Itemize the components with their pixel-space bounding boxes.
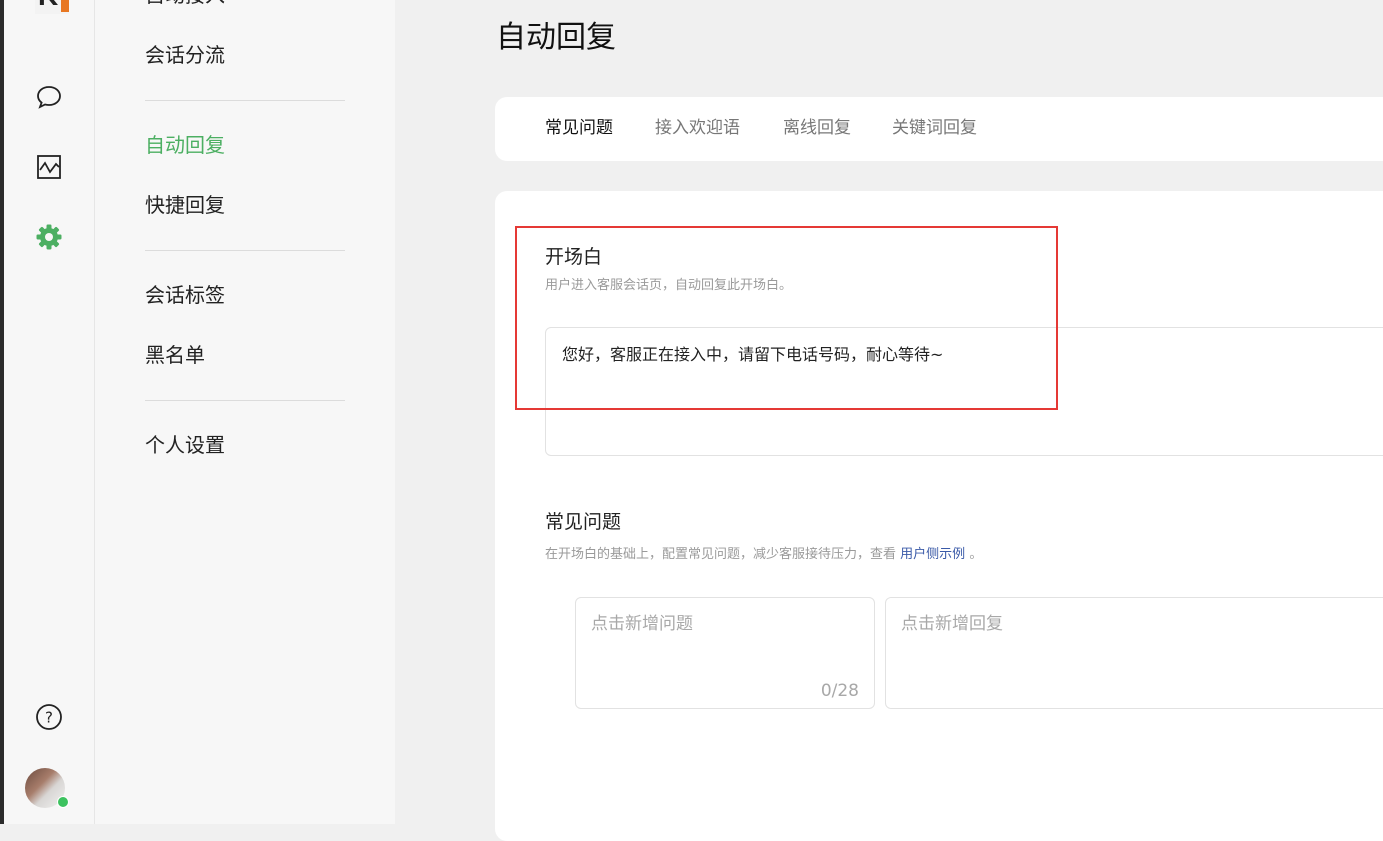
- tab-welcome-message[interactable]: 接入欢迎语: [655, 117, 740, 139]
- reply-placeholder: 点击新增回复: [901, 614, 1003, 634]
- app-logo[interactable]: K: [35, 0, 69, 14]
- user-example-link[interactable]: 用户侧示例: [900, 547, 965, 562]
- faq-title: 常见问题: [545, 511, 622, 533]
- settings-menu: 自动接入 会话分流 自动回复 快捷回复 会话标签 黑名单 个人设置: [95, 0, 395, 824]
- icon-rail: K ?: [4, 0, 95, 824]
- faq-description-text: 在开场白的基础上，配置常见问题，减少客服接待压力，查看: [545, 547, 897, 562]
- question-placeholder: 点击新增问题: [591, 614, 693, 634]
- reply-input[interactable]: 点击新增回复: [885, 597, 1383, 709]
- menu-item-auto-access[interactable]: 自动接入: [145, 0, 225, 8]
- logo-letter: K: [38, 0, 58, 12]
- page-title: 自动回复: [496, 20, 616, 55]
- tab-offline-reply[interactable]: 离线回复: [783, 117, 851, 139]
- menu-item-auto-reply[interactable]: 自动回复: [145, 132, 225, 158]
- menu-item-quick-reply[interactable]: 快捷回复: [145, 192, 225, 218]
- svg-text:?: ?: [45, 709, 53, 727]
- menu-item-session-tags[interactable]: 会话标签: [145, 282, 225, 308]
- menu-divider: [145, 250, 345, 251]
- tab-bar: 常见问题 接入欢迎语 离线回复 关键词回复: [495, 97, 1383, 161]
- tab-keyword-reply[interactable]: 关键词回复: [892, 117, 977, 139]
- highlight-box: [515, 226, 1058, 410]
- tab-faq[interactable]: 常见问题: [545, 117, 613, 139]
- faq-description: 在开场白的基础上，配置常见问题，减少客服接待压力，查看 用户侧示例 。: [545, 546, 982, 564]
- faq-description-end: 。: [969, 547, 983, 562]
- menu-item-personal-settings[interactable]: 个人设置: [145, 432, 225, 458]
- settings-gear-icon[interactable]: [34, 222, 64, 252]
- menu-item-session-routing[interactable]: 会话分流: [145, 42, 225, 68]
- question-input[interactable]: 点击新增问题 0/28: [575, 597, 875, 709]
- question-char-counter: 0/28: [820, 681, 859, 701]
- online-status-dot: [57, 796, 69, 808]
- menu-divider: [145, 100, 345, 101]
- help-question-icon[interactable]: ?: [34, 702, 64, 732]
- chat-bubble-icon[interactable]: [34, 82, 64, 112]
- analytics-chart-icon[interactable]: [34, 152, 64, 182]
- menu-divider: [145, 400, 345, 401]
- logo-accent: [61, 0, 69, 12]
- menu-item-blacklist[interactable]: 黑名单: [145, 342, 205, 368]
